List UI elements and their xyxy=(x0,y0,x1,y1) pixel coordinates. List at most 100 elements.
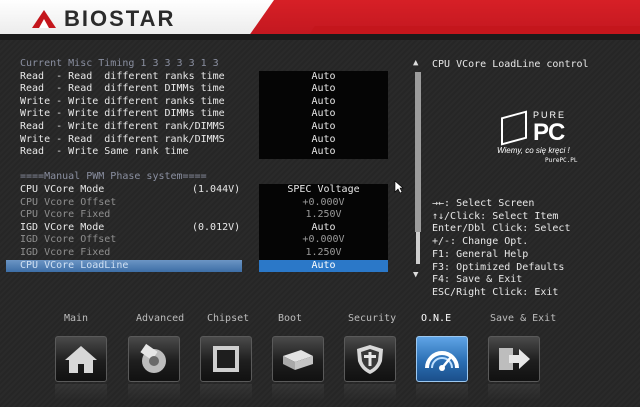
nav-reflection xyxy=(128,384,180,400)
tab-security[interactable]: Security xyxy=(348,313,396,324)
setting-row[interactable]: IGD Vcore Fixed 1.250V xyxy=(6,247,406,260)
key-help-item: ESC/Right Click: Exit xyxy=(432,286,559,298)
purepc-watermark: PURE PC Wiemy, co się kręci ! PurePC.PL xyxy=(497,110,607,166)
setting-value[interactable]: SPEC Voltage xyxy=(259,184,388,197)
setting-row[interactable]: Write - Read different rank/DIMMS Auto xyxy=(6,133,406,147)
setting-label: Read - Read different ranks time xyxy=(20,70,225,82)
setting-label: CPU Vcore Fixed xyxy=(20,209,111,221)
boot-icon xyxy=(283,350,313,370)
nav-reflection xyxy=(200,384,252,400)
setting-label: CPU VCore Mode xyxy=(20,184,105,195)
tab-advanced[interactable]: Advanced xyxy=(136,313,184,324)
scroll-thumb[interactable] xyxy=(415,72,421,232)
setting-label: Write - Write different ranks time xyxy=(20,95,225,107)
nav-reflection xyxy=(416,384,468,400)
watermark-pc: PC xyxy=(533,119,565,146)
setting-row[interactable]: Read - Read different ranks time Auto xyxy=(6,70,406,84)
home-icon xyxy=(65,346,97,373)
setting-label: Read - Write Same rank time xyxy=(20,146,189,158)
setting-value[interactable]: Auto xyxy=(259,108,388,121)
help-title: CPU VCore LoadLine control xyxy=(432,59,589,70)
setting-value[interactable]: Auto xyxy=(259,221,388,235)
setting-row[interactable]: CPU Vcore Fixed 1.250V xyxy=(6,209,406,222)
setting-label: IGD Vcore Fixed xyxy=(20,247,111,258)
setting-row[interactable]: Write - Write different DIMMs time Auto xyxy=(6,108,406,121)
advanced-icon xyxy=(140,343,166,373)
setting-row[interactable]: Read - Read different DIMMs time Auto xyxy=(6,83,406,96)
nav-chipset-button[interactable] xyxy=(200,336,252,382)
setting-label: IGD Vcore Offset xyxy=(20,234,117,246)
nav-main-button[interactable] xyxy=(55,336,107,382)
setting-label: CPU Vcore Offset xyxy=(20,196,117,208)
brand-header: BIOSTAR xyxy=(0,0,640,40)
brand-name: BIOSTAR xyxy=(64,6,176,31)
setting-voltage-readout: (1.044V) xyxy=(192,184,241,195)
setting-row[interactable]: IGD VCore Mode (0.012V) Auto xyxy=(6,221,406,235)
setting-row[interactable]: CPU VCore Mode (1.044V) SPEC Voltage xyxy=(6,184,406,197)
setting-value[interactable]: Auto xyxy=(259,83,388,96)
key-help-item: +/-: Change Opt. xyxy=(432,236,529,248)
nav-tab-labels: Main Advanced Chipset Boot Security O.N.… xyxy=(0,313,640,327)
nav-security-button[interactable] xyxy=(344,336,396,382)
spacer-row xyxy=(6,159,406,172)
setting-value[interactable]: Auto xyxy=(259,95,388,109)
setting-value[interactable]: 1.250V xyxy=(259,209,388,222)
setting-row[interactable]: Write - Write different ranks time Auto xyxy=(6,95,406,109)
tab-boot[interactable]: Boot xyxy=(278,313,302,324)
setting-value[interactable]: +0.000V xyxy=(259,234,388,247)
biostar-logo: BIOSTAR xyxy=(30,6,175,32)
nav-reflection xyxy=(344,384,396,400)
section-header: ====Manual PWM Phase system==== xyxy=(6,171,406,184)
security-shield-icon xyxy=(357,345,383,374)
setting-label: CPU VCore LoadLine xyxy=(20,259,129,271)
exit-arrow-icon xyxy=(499,348,530,370)
tab-one[interactable]: O.N.E xyxy=(421,313,451,324)
setting-value[interactable]: +0.000V xyxy=(259,196,388,210)
nav-reflection xyxy=(55,384,107,400)
section-header: Current Misc Timing 1 3 3 3 3 1 3 xyxy=(6,58,406,71)
setting-value[interactable]: Auto xyxy=(259,133,388,147)
biostar-logo-icon xyxy=(32,10,56,28)
key-help-item: Enter/Dbl Click: Select xyxy=(432,223,571,235)
setting-row[interactable]: Read - Write Same rank time Auto xyxy=(6,146,406,159)
setting-value[interactable]: Auto xyxy=(259,146,388,159)
setting-label: ====Manual PWM Phase system==== xyxy=(20,171,207,183)
nav-advanced-button[interactable] xyxy=(128,336,180,382)
setting-label: Current Misc Timing 1 3 3 3 3 1 3 xyxy=(20,58,219,69)
scroll-up-arrow-icon[interactable]: ▲ xyxy=(413,58,418,68)
setting-value[interactable]: Auto xyxy=(259,259,388,273)
nav-save-exit-button[interactable] xyxy=(488,336,540,382)
purepc-logo-icon xyxy=(501,110,527,146)
key-help-list: →←: Select Screen ↑↓/Click: Select Item … xyxy=(432,198,570,300)
setting-label: Read - Read different DIMMs time xyxy=(20,83,225,95)
setting-label: Write - Read different rank/DIMMS xyxy=(20,133,225,145)
setting-value[interactable]: Auto xyxy=(259,121,388,134)
setting-row[interactable]: CPU VCore LoadLine Auto xyxy=(6,259,406,273)
nav-boot-button[interactable] xyxy=(272,336,324,382)
setting-label: IGD VCore Mode xyxy=(20,221,105,233)
setting-label: Read - Write different rank/DIMMS xyxy=(20,121,225,132)
key-help-item: ↑↓/Click: Select Item xyxy=(432,210,559,222)
nav-reflection xyxy=(488,384,540,400)
key-help-item: →←: Select Screen xyxy=(432,198,535,209)
setting-row[interactable]: CPU Vcore Offset +0.000V xyxy=(6,196,406,210)
setting-label: Write - Write different DIMMs time xyxy=(20,108,225,120)
nav-one-button[interactable] xyxy=(416,336,468,382)
scrollbar[interactable]: ▲ ▼ xyxy=(412,58,424,280)
key-help-item: F3: Optimized Defaults xyxy=(432,261,565,273)
mouse-pointer-icon xyxy=(394,180,404,194)
scroll-down-arrow-icon[interactable]: ▼ xyxy=(413,270,418,280)
setting-voltage-readout: (0.012V) xyxy=(192,221,241,233)
tab-chipset[interactable]: Chipset xyxy=(207,313,249,324)
setting-value[interactable]: Auto xyxy=(259,70,388,84)
key-help-item: F1: General Help xyxy=(432,248,529,260)
tab-main[interactable]: Main xyxy=(64,313,88,324)
watermark-tagline: Wiemy, co się kręci ! xyxy=(497,146,570,155)
chipset-icon xyxy=(213,346,239,372)
setting-row[interactable]: Read - Write different rank/DIMMS Auto xyxy=(6,121,406,134)
tab-save-exit[interactable]: Save & Exit xyxy=(490,313,556,324)
header-dark-band xyxy=(0,34,640,40)
setting-value[interactable]: 1.250V xyxy=(259,247,388,260)
setting-row[interactable]: IGD Vcore Offset +0.000V xyxy=(6,234,406,247)
key-help-item: F4: Save & Exit xyxy=(432,274,523,286)
